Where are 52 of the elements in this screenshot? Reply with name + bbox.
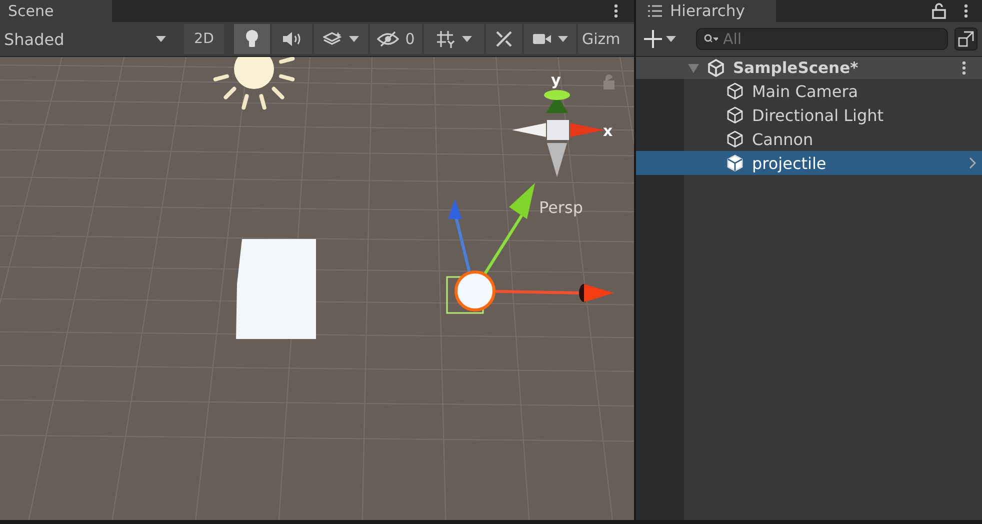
- cube-icon: [726, 106, 744, 124]
- camera-dropdown[interactable]: [524, 24, 576, 54]
- object-name: Cannon: [752, 130, 814, 148]
- grid-icon: [436, 30, 456, 48]
- unity-logo-icon: [707, 59, 725, 77]
- object-name: Main Camera: [752, 82, 858, 100]
- grid-dropdown[interactable]: [424, 24, 484, 54]
- object-name: projectile: [752, 154, 826, 172]
- y-axis-label: y: [551, 71, 561, 89]
- hidden-objects-toggle[interactable]: 0: [370, 24, 422, 54]
- hierarchy-tab[interactable]: Hierarchy: [636, 0, 776, 22]
- search-field[interactable]: All: [696, 28, 948, 50]
- effects-dropdown[interactable]: [314, 24, 368, 54]
- caret-icon: [462, 36, 472, 42]
- list-icon: [648, 5, 662, 17]
- tools-button[interactable]: [486, 24, 522, 54]
- lighting-toggle[interactable]: [234, 24, 270, 54]
- cube-icon: [726, 154, 744, 172]
- layers-icon: [323, 31, 343, 47]
- lightbulb-icon: [245, 30, 259, 48]
- audio-toggle[interactable]: [272, 24, 312, 54]
- lock-icon: [604, 74, 614, 90]
- perspective-label: Persp: [539, 198, 583, 217]
- caret-icon: [349, 36, 359, 42]
- video-camera-icon: [532, 32, 552, 46]
- object-name: Directional Light: [752, 106, 884, 124]
- eye-slash-icon: [377, 31, 400, 47]
- caret-icon: [156, 36, 166, 42]
- 2d-mode-button[interactable]: 2D: [184, 24, 224, 54]
- maximize-icon[interactable]: [954, 27, 978, 51]
- lock-icon[interactable]: [932, 3, 946, 19]
- scene-row[interactable]: SampleScene*: [636, 57, 982, 79]
- chevron-right-icon: [969, 157, 976, 169]
- speaker-icon: [282, 31, 302, 47]
- caret-icon: [558, 36, 568, 42]
- hierarchy-item[interactable]: Directional Light: [636, 103, 982, 127]
- cube-icon: [726, 130, 744, 148]
- more-icon[interactable]: [614, 4, 618, 18]
- plus-icon: [644, 30, 662, 48]
- scene-name: SampleScene*: [733, 59, 858, 77]
- hierarchy-item[interactable]: Cannon: [636, 127, 982, 151]
- search-icon: [704, 34, 718, 44]
- hierarchy-item[interactable]: Main Camera: [636, 79, 982, 103]
- more-icon[interactable]: [962, 61, 966, 75]
- cube-icon: [726, 82, 744, 100]
- scene-tab[interactable]: Scene: [0, 0, 112, 22]
- x-axis-label: x: [603, 122, 613, 140]
- hierarchy-item[interactable]: projectile: [636, 151, 982, 175]
- directional-light-icon: [213, 57, 295, 110]
- more-icon[interactable]: [964, 4, 968, 18]
- gizmos-dropdown[interactable]: Gizm: [578, 24, 634, 54]
- caret-icon: [666, 36, 676, 42]
